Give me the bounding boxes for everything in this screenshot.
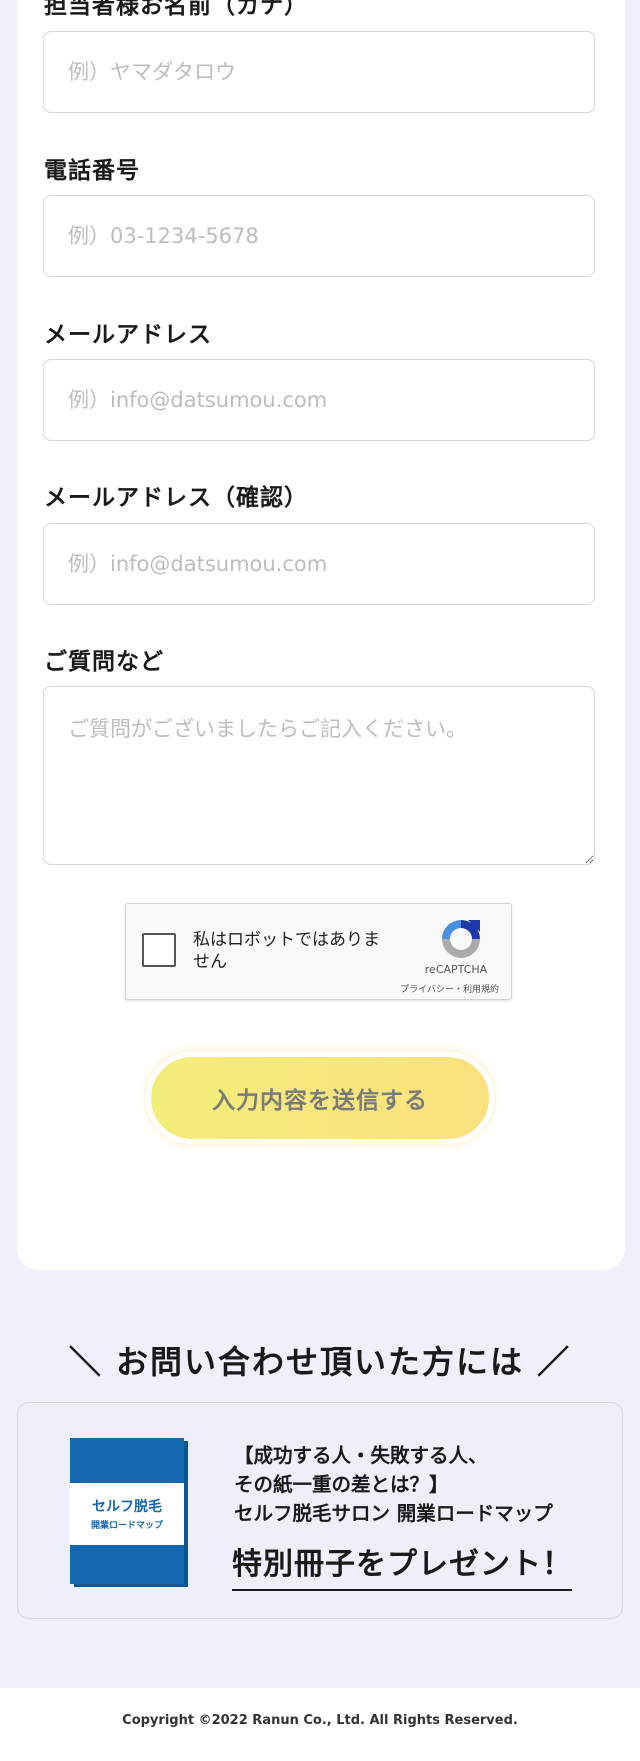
present-line-3: セルフ脱毛サロン 開業ロードマップ	[234, 1502, 553, 1525]
phone-label: 電話番号	[44, 158, 140, 184]
footer: Copyright ©2022 Ranun Co., Ltd. All Righ…	[0, 1688, 640, 1761]
name-kana-input[interactable]	[43, 31, 595, 113]
email-input[interactable]	[43, 359, 595, 441]
booklet-image: セルフ脱毛 開業ロードマップ	[70, 1438, 188, 1587]
present-line-1: 【成功する人・失敗する人、	[234, 1444, 488, 1467]
recaptcha-brand: reCAPTCHA	[424, 963, 488, 976]
email-confirm-input[interactable]	[43, 523, 595, 605]
recaptcha-label: 私はロボットではありません	[193, 930, 380, 972]
recaptcha-links[interactable]: プライバシー・利用規約	[400, 982, 499, 995]
copyright: Copyright ©2022 Ranun Co., Ltd. All Righ…	[122, 1713, 518, 1728]
present-line-2: その紙一重の差とは？】	[234, 1473, 449, 1496]
submit-button[interactable]: 入力内容を送信する	[146, 1052, 494, 1144]
recaptcha-checkbox[interactable]	[142, 933, 176, 967]
email-confirm-label: メールアドレス（確認）	[44, 485, 308, 511]
questions-label: ご質問など	[44, 649, 164, 675]
booklet-title: セルフ脱毛	[92, 1498, 162, 1515]
name-kana-label: 担当者様お名前（カナ）	[44, 0, 308, 19]
recaptcha-widget: 私はロボットではありません reCAPTCHA プライバシー・利用規約	[125, 903, 512, 1000]
email-label: メールアドレス	[44, 322, 212, 348]
booklet-subtitle: 開業ロードマップ	[91, 1519, 164, 1531]
present-heading: ＼ お問い合わせ頂いた方には ／	[68, 1343, 572, 1381]
recaptcha-logo-icon	[442, 920, 480, 958]
phone-input[interactable]	[43, 195, 595, 277]
present-offer: 特別冊子をプレゼント！	[232, 1539, 572, 1591]
questions-textarea[interactable]	[43, 686, 595, 865]
